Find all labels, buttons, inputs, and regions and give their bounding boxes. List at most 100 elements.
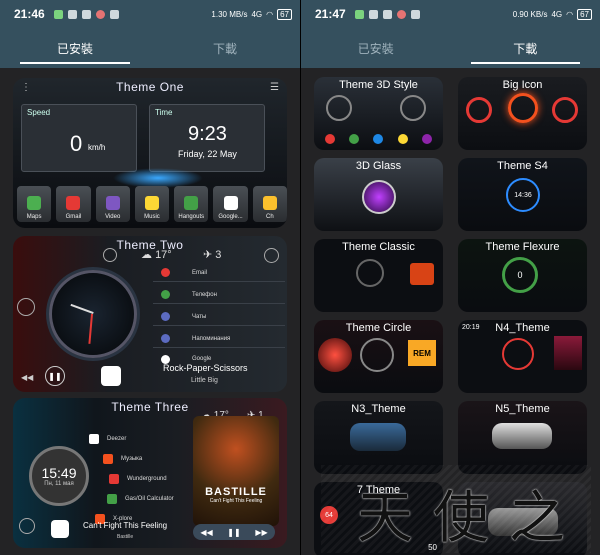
installed-pane: 21:46 1.30 MB/s 4G ◠ 67 已安裝 下載 Theme One… [0,0,300,555]
app-music[interactable]: Music [134,186,170,222]
speed-value: 0 [70,131,83,156]
menu-chats[interactable]: Чаты [153,308,285,326]
tab-installed[interactable]: 已安裝 [0,28,150,68]
tile-title: 7 Theme [356,484,401,496]
app-video[interactable]: Video [95,186,130,222]
speed-readout: 0 [517,270,523,280]
mic-icon[interactable] [19,518,35,534]
music-icon [144,196,159,210]
status-time: 21:47 [315,7,346,21]
chat-icon [161,312,170,321]
deezer-icon[interactable] [101,366,121,386]
prev-icon[interactable]: ◀◀ [200,528,212,537]
app-label: Video [105,214,121,220]
app-chrome[interactable]: Ch [252,186,287,222]
tile-title: N3_Theme [351,403,406,415]
tile-big-icon[interactable]: Big Icon [458,77,587,150]
app-label: Gmail [65,214,82,220]
mic-icon[interactable] [17,298,35,316]
gauge-icon [508,93,538,123]
car-image [350,423,406,451]
notification-icon [81,9,91,19]
theme-card-one[interactable]: Theme One ⋮ ☰ Speed 0 km/h Time 9:23 Fri… [13,78,287,228]
car-image [492,423,552,449]
speed-panel: Speed 0 km/h [21,104,137,172]
prev-icon[interactable]: ◀◀ [21,373,33,382]
date-value: Friday, 22 May [178,149,237,159]
clock-hand [70,303,94,314]
theme-card-three[interactable]: Theme Three ☁ 17° ✈ 1 15:49 Пн, 11 мая D… [13,398,287,548]
gas-icon [107,494,117,504]
music-icon [103,454,113,464]
tile-classic[interactable]: Theme Classic [314,239,443,312]
deezer-icon[interactable] [51,520,69,538]
next-icon[interactable]: ▶▶ [255,528,267,537]
tile-n3[interactable]: N3_Theme [314,401,443,474]
time-label: Time [155,108,173,117]
menu-phone[interactable]: Телефон [153,286,285,304]
theme-grid[interactable]: Theme 3D Style Big Icon 3D Glass Theme S… [301,68,600,555]
app-label: Ch [265,214,274,220]
clock-date: Пн, 11 мая [44,481,74,487]
tile-7[interactable]: 7 Theme 64 50 [314,482,443,555]
tile-3d-glass[interactable]: 3D Glass [314,158,443,231]
tab-download[interactable]: 下載 [451,28,600,68]
notification-icon [354,9,364,19]
gauge-icon [362,180,396,214]
theme-card-two[interactable]: Theme Two ☁ 17° ✈ 3 Email Телефон Чаты Н… [13,236,287,392]
theme-list[interactable]: Theme One ⋮ ☰ Speed 0 km/h Time 9:23 Fri… [0,68,300,555]
tile-title: Theme Flexure [485,241,560,253]
tile-dock [318,134,439,146]
tile-title: 3D Glass [355,160,402,172]
gauge-icon [552,97,578,123]
signal-label: 4G [551,9,563,19]
time-value: 9:23 [188,123,227,145]
app-label: Gas/Oil Calculator [125,496,174,502]
deezer-icon [89,434,99,444]
track-artist: Little Big [191,377,218,384]
maps-icon [27,196,42,210]
tab-download[interactable]: 下載 [150,28,300,68]
battery-icon: 67 [577,8,592,20]
tile-flexure[interactable]: Theme Flexure 0 [458,239,587,312]
signal-label: 4G [251,9,263,19]
album-label: REM [413,348,431,358]
tile-title: Theme Classic [342,241,415,253]
app-maps[interactable]: Maps [17,186,52,222]
app-wunderground[interactable]: Wunderground [109,474,167,484]
glow-decoration [113,168,203,188]
notification-icon [109,9,119,19]
tile-title: Theme S4 [497,160,548,172]
tile-3d-style[interactable]: Theme 3D Style [314,77,443,150]
menu-email[interactable]: Email [153,264,285,282]
tab-installed[interactable]: 已安裝 [301,28,451,68]
clock-dial: 14:36 [506,178,540,212]
theme-title: Theme Three [111,400,189,414]
pause-icon[interactable]: ❚❚ [45,366,65,386]
notification-icon [53,9,63,19]
app-google[interactable]: Google... [213,186,248,222]
status-bar: 21:47 0.90 KB/s 4G ◠ 67 [301,0,600,28]
tile-circle[interactable]: Theme Circle REM [314,320,443,393]
clock-time: 15:49 [41,465,77,481]
tab-bar: 已安裝 下載 [0,28,300,68]
tile-n5[interactable]: N5_Theme [458,401,587,474]
menu-reminders[interactable]: Напоминания [153,330,285,348]
app-label: Music [144,214,160,220]
app-gmail[interactable]: Gmail [56,186,91,222]
tile-8[interactable] [458,482,587,555]
app-icon [325,134,336,144]
app-deezer[interactable]: Deezer [89,434,126,444]
status-bar: 21:46 1.30 MB/s 4G ◠ 67 [0,0,300,28]
gmail-icon [66,196,81,210]
tile-title: Theme Circle [345,322,412,334]
app-gas-calc[interactable]: Gas/Oil Calculator [107,494,174,504]
app-hangouts[interactable]: Hangouts [174,186,209,222]
tile-s4[interactable]: Theme S4 14:36 [458,158,587,231]
tile-n4[interactable]: 20:19 N4_Theme [458,320,587,393]
album-thumb: REM [408,340,436,366]
app-music[interactable]: Музыка [103,454,142,464]
app-icon [349,134,360,144]
app-label: Музыка [121,456,143,462]
pause-icon[interactable]: ❚❚ [227,528,240,537]
